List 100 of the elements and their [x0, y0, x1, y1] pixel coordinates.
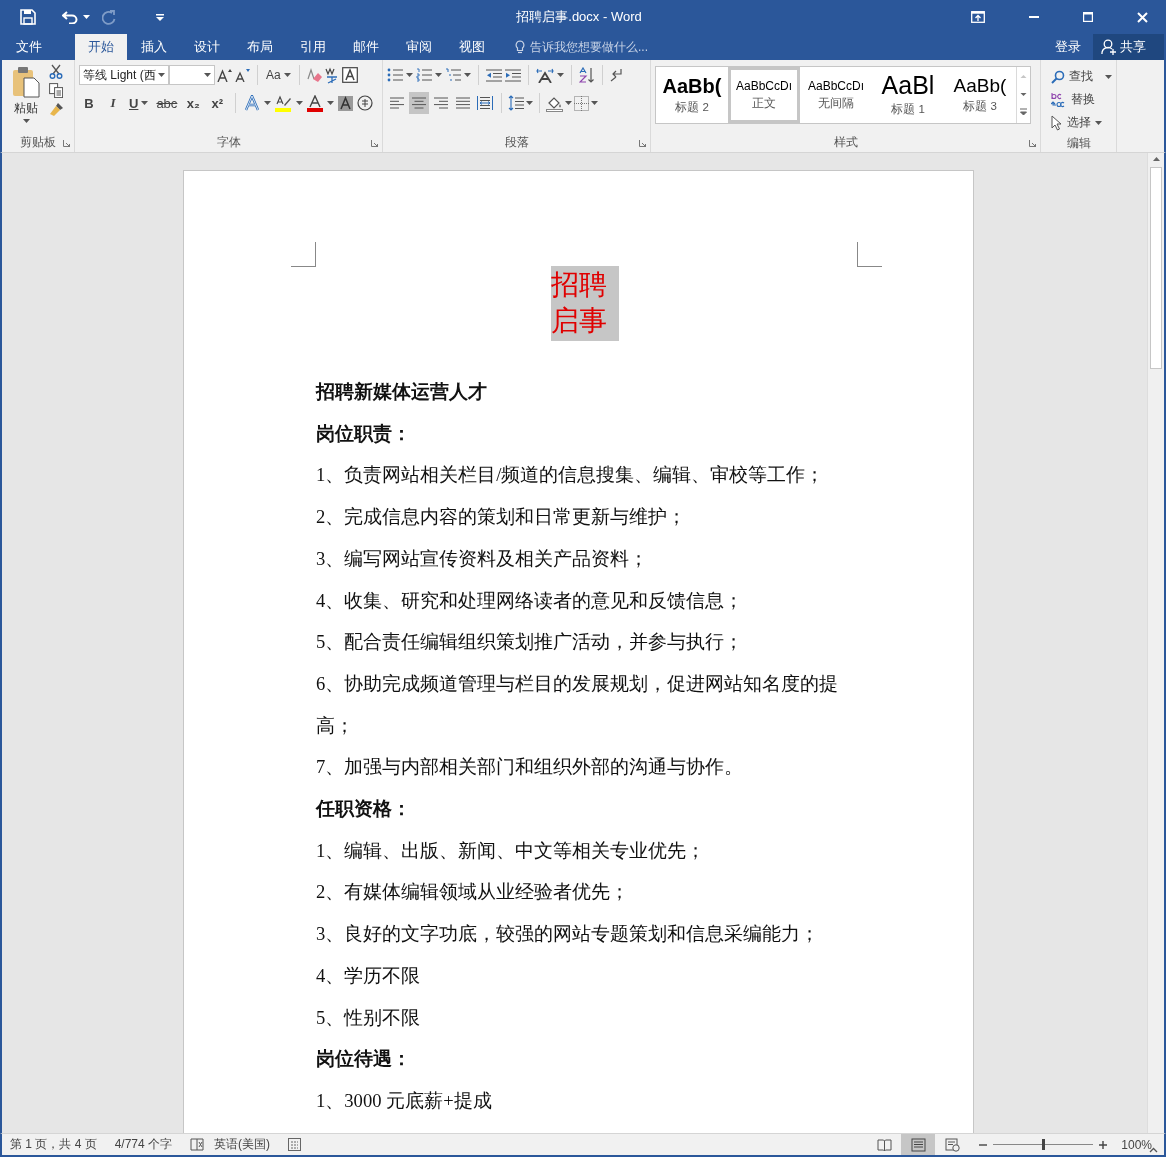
caret-icon[interactable] — [158, 73, 165, 77]
replace-button[interactable]: 替换 — [1049, 89, 1114, 110]
select-button[interactable]: 选择 — [1049, 112, 1114, 133]
caret-icon[interactable] — [1105, 74, 1112, 79]
alignment-button[interactable] — [409, 92, 429, 114]
share-button[interactable]: 共享 — [1093, 34, 1164, 60]
caret-icon[interactable] — [1095, 120, 1102, 125]
caret-icon[interactable] — [204, 73, 211, 77]
undo-icon[interactable] — [62, 10, 78, 24]
asian-layout-icon[interactable] — [536, 67, 554, 83]
scrollbar-thumb[interactable] — [1150, 167, 1162, 369]
maximize-icon[interactable] — [1083, 12, 1093, 22]
superscript-button[interactable]: x² — [207, 92, 228, 114]
zoom-slider-thumb[interactable] — [1042, 1139, 1046, 1150]
enclosed-character-icon[interactable] — [357, 95, 374, 111]
document-title: 招聘启事 — [551, 266, 619, 341]
grow-font-icon[interactable] — [217, 68, 233, 82]
caret-icon[interactable] — [296, 101, 304, 105]
bullets-icon[interactable] — [387, 68, 403, 82]
scissors-icon[interactable] — [49, 64, 63, 79]
macro-recording-icon[interactable] — [288, 1138, 302, 1151]
proofing-icon[interactable] — [190, 1138, 205, 1151]
font-color-icon[interactable] — [307, 94, 324, 112]
caret-icon[interactable] — [141, 101, 149, 105]
align-right-icon — [434, 97, 448, 109]
subscript-button[interactable]: x₂ — [183, 92, 204, 114]
window-title: 招聘启事.docx - Word — [516, 8, 642, 26]
group-label: 字体 — [216, 134, 241, 150]
distributed-icon — [477, 96, 493, 110]
dialog-launcher-icon[interactable] — [1029, 140, 1036, 147]
style-item[interactable]: AaBbCcDı 正文 — [728, 67, 800, 123]
multilevel-list-icon[interactable] — [445, 68, 461, 82]
section-heading: 岗位待遇： — [316, 1046, 412, 1072]
change-case-button[interactable]: Aa — [264, 64, 293, 86]
caret-icon[interactable] — [264, 101, 272, 105]
ribbon-tab[interactable]: 设计 — [181, 34, 233, 60]
ribbon-tab[interactable]: 文件 — [0, 34, 58, 60]
tell-me-field[interactable]: 告诉我您想要做什么... — [515, 34, 670, 60]
caret-icon[interactable] — [557, 73, 564, 77]
copy-icon[interactable] — [49, 83, 63, 98]
caret-icon[interactable] — [435, 73, 442, 77]
caret-icon[interactable] — [83, 15, 90, 19]
caret-icon[interactable] — [591, 101, 598, 105]
ribbon-display-icon[interactable] — [971, 11, 985, 23]
paragraph: 4、学历不限 — [316, 963, 422, 988]
highlighter-icon[interactable] — [275, 94, 293, 112]
paragraph-marks-icon[interactable] — [610, 68, 622, 82]
dialog-launcher-icon[interactable] — [639, 140, 646, 147]
caret-icon[interactable] — [565, 101, 572, 105]
justify-icon — [456, 97, 470, 109]
sort-icon[interactable] — [579, 67, 595, 83]
dialog-launcher-icon[interactable] — [371, 140, 378, 147]
caret-icon[interactable] — [526, 101, 533, 105]
borders-icon[interactable] — [574, 95, 589, 111]
margin-mark — [291, 242, 316, 267]
paste-button[interactable]: 粘贴 — [6, 64, 46, 132]
numbering-icon[interactable] — [416, 68, 432, 82]
paragraph: 3、编写网站宣传资料及相关产品资料； — [316, 546, 650, 571]
caret-icon[interactable] — [464, 73, 471, 77]
caret-icon[interactable] — [327, 101, 335, 105]
print-layout-icon — [910, 1137, 926, 1152]
ribbon-tab[interactable]: 插入 — [128, 34, 180, 60]
increase-indent-icon[interactable] — [505, 68, 521, 82]
format-painter-icon[interactable] — [49, 102, 64, 117]
bold-button[interactable]: B — [79, 92, 99, 114]
ribbon-tab[interactable]: 引用 — [287, 34, 339, 60]
ribbon-tab[interactable]: 审阅 — [393, 34, 445, 60]
line-spacing-icon[interactable] — [508, 95, 524, 111]
phonetic-guide-icon[interactable] — [323, 66, 340, 84]
ribbon-tab[interactable]: 开始 — [75, 34, 127, 60]
character-border-icon[interactable] — [341, 67, 358, 83]
decrease-indent-icon[interactable] — [486, 68, 502, 82]
caret-icon[interactable] — [406, 73, 413, 77]
zoom-in-icon[interactable] — [1099, 1140, 1108, 1149]
word-count[interactable]: 4/774 个字 — [114, 1136, 173, 1153]
save-icon[interactable] — [20, 9, 36, 25]
redo-icon — [102, 9, 116, 25]
customize-toolbar-icon[interactable] — [156, 13, 164, 21]
sign-in-link[interactable]: 登录 — [1043, 38, 1093, 56]
page-count[interactable]: 第 1 页，共 4 页 — [10, 1136, 97, 1153]
magnifier-icon — [1051, 69, 1065, 84]
text-effects-icon[interactable] — [244, 95, 261, 111]
zoom-percentage[interactable]: 100% — [1121, 1137, 1152, 1152]
vertical-scrollbar[interactable] — [1147, 153, 1164, 1133]
ribbon-tab[interactable]: 布局 — [234, 34, 286, 60]
close-icon[interactable] — [1137, 11, 1148, 23]
find-button[interactable]: 查找 — [1049, 66, 1114, 87]
italic-button[interactable]: I — [103, 92, 123, 114]
view-button[interactable] — [901, 1134, 936, 1155]
caret-icon[interactable] — [22, 119, 30, 123]
font-name-dropdown[interactable]: 等线 Light (西 — [79, 65, 169, 85]
underline-button[interactable]: U — [127, 92, 151, 114]
strikethrough-button[interactable]: abc — [154, 92, 180, 114]
character-shading-icon[interactable] — [338, 95, 354, 111]
ribbon-tab[interactable]: 邮件 — [340, 34, 392, 60]
ribbon-tab[interactable]: 视图 — [446, 34, 498, 60]
shrink-font-icon[interactable] — [235, 68, 251, 82]
language-indicator[interactable]: 英语(美国) — [214, 1136, 271, 1153]
dialog-launcher-icon[interactable] — [63, 140, 70, 147]
caret-icon[interactable] — [283, 73, 291, 77]
